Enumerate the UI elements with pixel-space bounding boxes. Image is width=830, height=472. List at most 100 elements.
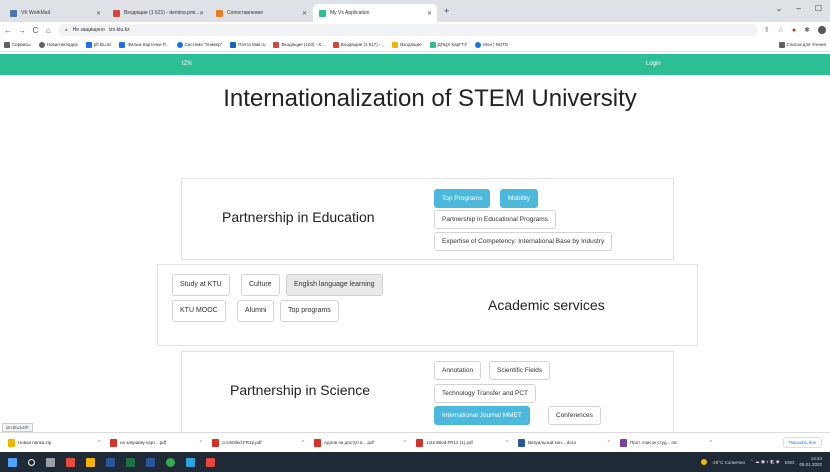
- share-icon[interactable]: ⇪: [764, 26, 770, 34]
- download-item[interactable]: Новая папка.zip ^: [8, 438, 100, 447]
- annotation-button[interactable]: Annotation: [434, 361, 482, 380]
- globe-icon: [176, 41, 183, 48]
- close-tab-icon[interactable]: ✕: [302, 10, 307, 17]
- top-programs-button[interactable]: Top Programs: [434, 189, 491, 208]
- bookmark-item[interactable]: Мон | NOTE: [475, 41, 508, 48]
- journal-mmet-button[interactable]: International Journal MMET: [434, 406, 530, 425]
- clock[interactable]: 14:44 09.01.2022: [799, 456, 822, 468]
- site-brand-link[interactable]: IZN: [182, 61, 192, 67]
- tab-search-icon[interactable]: ⌄: [776, 4, 783, 13]
- task-view-icon[interactable]: [46, 457, 55, 467]
- office-icon[interactable]: [66, 457, 75, 467]
- technology-transfer-button[interactable]: Technology Transfer and PCT: [434, 384, 536, 403]
- pdf-file-icon: [314, 438, 321, 447]
- maximize-icon[interactable]: ☐: [815, 4, 822, 13]
- download-item[interactable]: ccUntitled.FR12.pdf ^: [212, 438, 304, 447]
- tab-favicon-icon: [319, 9, 326, 17]
- bookmark-item[interactable]: Фильм Карточки Р...: [119, 41, 169, 48]
- url-text: izn.ktu.kz: [108, 27, 130, 33]
- top-programs-link-button[interactable]: Top programs: [280, 300, 339, 322]
- browser-tab-active[interactable]: My Vs Application ✕: [313, 4, 437, 22]
- url-input[interactable]: ▲ Не защищено izn.ktu.kz: [57, 24, 758, 36]
- chevron-up-icon[interactable]: ^: [608, 440, 610, 446]
- bookmark-item[interactable]: Система "Универ": [176, 41, 222, 48]
- bookmark-item[interactable]: Входящие (103) - К...: [273, 41, 325, 48]
- bookmark-item[interactable]: ДПЦХ КарГТУ: [429, 41, 467, 48]
- apps-icon: [4, 41, 10, 48]
- login-link[interactable]: Login: [646, 61, 661, 67]
- download-item[interactable]: на заправку карт....pdf ^: [110, 438, 202, 447]
- back-icon[interactable]: ←: [4, 26, 12, 35]
- reload-icon[interactable]: C: [32, 26, 39, 35]
- weather-icon: [700, 459, 707, 465]
- bookmark-item[interactable]: Сервисы: [4, 41, 31, 48]
- chevron-up-icon[interactable]: ^: [506, 440, 508, 446]
- bookmark-item[interactable]: Новая вкладка: [38, 41, 78, 48]
- chevron-up-icon[interactable]: ^: [710, 440, 712, 446]
- study-at-ktu-button[interactable]: Study at KTU: [172, 274, 230, 296]
- minimize-icon[interactable]: –: [796, 4, 800, 13]
- warning-icon[interactable]: ▲: [64, 27, 69, 33]
- bookmark-item[interactable]: Входящие: [392, 41, 422, 48]
- globe-icon: [38, 41, 45, 48]
- tray-icons[interactable]: ⌃ ☁ ▣ ◐ ◧ ◉: [750, 459, 780, 465]
- chevron-up-icon[interactable]: ^: [404, 440, 406, 446]
- profile-avatar[interactable]: [818, 26, 826, 34]
- bookmark-item[interactable]: pfl.ktu.kz: [85, 41, 111, 48]
- bookmark-item[interactable]: Входящие (1 617) -...: [332, 41, 384, 48]
- download-item[interactable]: 12Untitled.FR12 (1).pdf ^: [416, 438, 508, 447]
- close-tab-icon[interactable]: ✕: [199, 10, 204, 17]
- home-icon[interactable]: ⌂: [45, 26, 52, 35]
- page-icon: [475, 41, 482, 48]
- security-label: Не защищено: [72, 27, 105, 33]
- weather-text[interactable]: -26°C Солнечно: [712, 460, 745, 465]
- address-bar: ← → C ⌂ ▲ Не защищено izn.ktu.kz ⇪ ☆ ● ✱: [0, 22, 830, 38]
- tab-label: Входящие (1 621) - demina.pmi...: [124, 10, 200, 16]
- card-title: Academic services: [488, 297, 605, 313]
- show-all-downloads-button[interactable]: Показать все: [782, 437, 822, 448]
- chevron-up-icon[interactable]: ^: [200, 440, 202, 446]
- new-tab-button[interactable]: +: [444, 6, 449, 16]
- ktu-mooc-button[interactable]: KTU MOOC: [172, 300, 226, 322]
- tab-label: VK WorkMail: [21, 10, 50, 16]
- windows-start-icon[interactable]: [8, 457, 17, 467]
- tab-label: My Vs Application: [330, 10, 370, 16]
- word-icon[interactable]: [146, 457, 155, 467]
- extension-icon[interactable]: ●: [792, 27, 796, 34]
- excel-icon[interactable]: [126, 457, 135, 467]
- science-card: Partnership in Science Annotation Scient…: [181, 351, 674, 433]
- download-item[interactable]: Адлов на доступ в....pdf ^: [314, 438, 406, 447]
- download-item[interactable]: Прот. список студ....rar ^: [620, 438, 712, 447]
- language-indicator[interactable]: ENG: [785, 460, 795, 465]
- download-item[interactable]: Визуальный кон....docx ^: [518, 438, 610, 447]
- conferences-button[interactable]: Conferences: [548, 406, 601, 425]
- page-icon: [119, 41, 126, 48]
- star-icon[interactable]: ☆: [778, 26, 784, 34]
- close-tab-icon[interactable]: ✕: [96, 10, 101, 17]
- english-learning-button[interactable]: English language learning: [286, 274, 383, 296]
- browser-tab[interactable]: Входящие (1 621) - demina.pmi... ✕: [107, 4, 209, 22]
- mobility-button[interactable]: Mobility: [500, 189, 539, 208]
- scientific-fields-button[interactable]: Scientific Fields: [489, 361, 551, 380]
- chevron-up-icon[interactable]: ^: [302, 440, 304, 446]
- reading-list[interactable]: Список для чтения: [778, 41, 826, 48]
- forward-icon[interactable]: →: [18, 26, 26, 35]
- puzzle-icon[interactable]: ✱: [804, 26, 810, 34]
- app-icon[interactable]: [106, 457, 115, 467]
- expertise-competency-button[interactable]: Expertise of Competency: International B…: [434, 232, 613, 251]
- browser-tab[interactable]: VK WorkMail ✕: [4, 4, 106, 22]
- close-tab-icon[interactable]: ✕: [427, 10, 432, 17]
- chrome-icon[interactable]: [166, 457, 175, 467]
- alumni-button[interactable]: Alumni: [237, 300, 275, 322]
- partnership-programs-button[interactable]: Partnership in Educational Programs: [434, 210, 556, 229]
- word-file-icon: [518, 438, 525, 447]
- bookmark-item[interactable]: Почта Mail.ru: [230, 41, 265, 48]
- chevron-up-icon[interactable]: ^: [98, 440, 100, 446]
- zip-file-icon: [8, 438, 15, 447]
- culture-button[interactable]: Culture: [241, 274, 280, 296]
- search-icon[interactable]: [28, 458, 35, 466]
- telegram-icon[interactable]: [186, 457, 195, 467]
- app-icon[interactable]: [206, 457, 215, 467]
- browser-tab[interactable]: Сопоставление ✕: [210, 4, 312, 22]
- explorer-icon[interactable]: [86, 457, 95, 467]
